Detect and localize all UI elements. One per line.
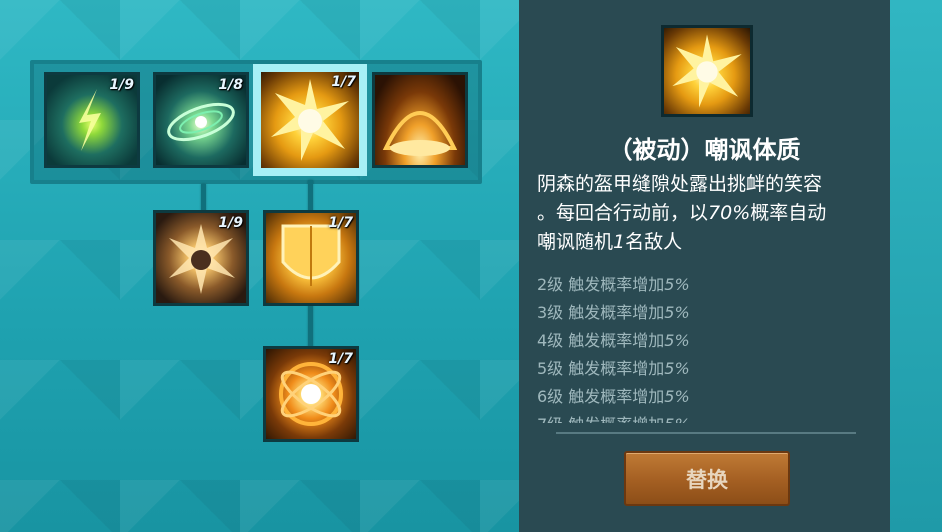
upgrade-item: 7级 触发概率增加5% (537, 411, 857, 423)
skill-description: 阴森的盔甲缝隙处露出挑衅的笑容 。每回合行动前，以70%概率自动 嘲讽随机1名敌… (537, 170, 877, 257)
upgrade-item: 5级 触发概率增加5% (537, 359, 690, 378)
upgrade-list[interactable]: 2级 触发概率增加5% 3级 触发概率增加5% 4级 触发概率增加5% 5级 触… (537, 271, 857, 423)
divider (556, 432, 856, 434)
tree-connector (308, 304, 313, 348)
skill-slot[interactable] (372, 72, 468, 168)
skill-slot[interactable]: 1/7 (263, 346, 359, 442)
description-line: 嘲讽随机1名敌人 (537, 231, 683, 253)
skill-level: 1/9 (218, 215, 243, 231)
upgrade-item: 3级 触发概率增加5% (537, 303, 690, 322)
golden-star-burst-icon (661, 25, 753, 117)
upgrade-item: 4级 触发概率增加5% (537, 331, 690, 350)
tree-connector (308, 180, 313, 212)
skill-level: 1/7 (331, 74, 356, 90)
skill-level: 1/7 (328, 215, 353, 231)
skill-slot[interactable]: 1/8 (153, 72, 249, 168)
tree-connector (201, 184, 206, 212)
skill-level: 1/7 (328, 351, 353, 367)
skill-title: （被动）嘲讽体质 (608, 136, 801, 164)
upgrade-item: 6级 触发概率增加5% (537, 387, 690, 406)
background-strip (890, 0, 942, 532)
skill-slot[interactable]: 1/7 (263, 210, 359, 306)
skill-slot-selected[interactable]: 1/7 (253, 64, 367, 176)
skill-slot[interactable]: 1/9 (153, 210, 249, 306)
skill-level: 1/8 (218, 77, 243, 93)
golden-dome-icon (375, 75, 465, 165)
replace-button[interactable]: 替换 (624, 451, 790, 506)
description-line: 。每回合行动前，以70%概率自动 (537, 202, 827, 224)
skill-slot[interactable]: 1/9 (44, 72, 140, 168)
upgrade-item: 2级 触发概率增加5% (537, 275, 690, 294)
description-line: 阴森的盔甲缝隙处露出挑衅的笑容 (537, 173, 823, 195)
skill-level: 1/9 (109, 77, 134, 93)
